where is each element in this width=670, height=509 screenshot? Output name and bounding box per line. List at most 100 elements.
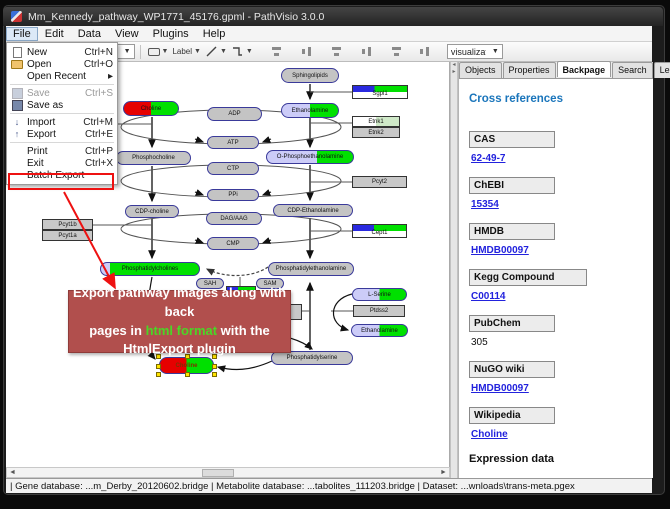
- file-menu-item-new[interactable]: NewCtrl+N: [7, 46, 117, 58]
- node-label: Etnk2: [368, 130, 383, 136]
- horizontal-scrollbar[interactable]: ◄ ►: [6, 467, 450, 478]
- node-label: Ethanolamine: [292, 108, 329, 114]
- annotation-callout: Export pathway images along with back pa…: [68, 290, 291, 353]
- ethanolamine-top-node[interactable]: Ethanolamine: [281, 103, 339, 118]
- sgpl1-node[interactable]: Sgpl1: [352, 85, 408, 99]
- menu-help[interactable]: Help: [196, 27, 233, 41]
- ctp-node[interactable]: CTP: [207, 162, 259, 175]
- visualization-combo[interactable]: visualization ▼: [447, 44, 503, 59]
- file-menu-item-save[interactable]: SaveCtrl+S: [7, 87, 117, 99]
- ppi-node[interactable]: PPi: [207, 189, 259, 201]
- distribute-horizontal-button[interactable]: [329, 44, 345, 60]
- scrollbar-thumb[interactable]: [202, 469, 234, 477]
- node-label: Pcyt1a: [58, 233, 76, 239]
- connector-tool-button[interactable]: ▼: [231, 44, 253, 60]
- annotation-highlight: html format: [146, 323, 218, 338]
- cept1-node[interactable]: Cept1: [352, 224, 407, 238]
- xref-source-chebi: ChEBI: [469, 177, 555, 194]
- tab-backpage[interactable]: Backpage: [557, 61, 612, 77]
- dag-aag-node[interactable]: DAG/AAG: [206, 212, 262, 225]
- phosphatidylethanolamine-node[interactable]: Phosphatidylethanolamine: [268, 262, 354, 276]
- scroll-left-icon[interactable]: ◄: [7, 469, 18, 476]
- node-label: ADP: [228, 111, 240, 117]
- xref-value-kegg-compound[interactable]: C00114: [471, 291, 653, 302]
- file-menu-item-label: Open: [27, 59, 51, 70]
- tab-search[interactable]: Search: [612, 62, 653, 78]
- menu-separator: [10, 84, 114, 85]
- l-serine-node[interactable]: L-Serine: [352, 288, 407, 301]
- file-menu-item-print[interactable]: PrintCtrl+P: [7, 145, 117, 157]
- status-text: | Gene database: ...m_Derby_20120602.bri…: [10, 481, 575, 492]
- cmp-node[interactable]: CMP: [207, 237, 259, 250]
- label-tool-text: Label: [172, 47, 192, 56]
- phosphocholine-node[interactable]: Phosphocholine: [116, 151, 191, 165]
- atp-node[interactable]: ATP: [207, 136, 259, 149]
- save-icon: [10, 100, 24, 111]
- node-label: ATP: [227, 140, 238, 146]
- tab-legend[interactable]: Legend: [654, 62, 670, 78]
- line-tool-button[interactable]: ▼: [205, 44, 227, 60]
- menu-edit[interactable]: Edit: [38, 27, 71, 41]
- selection-handle[interactable]: [212, 364, 217, 369]
- ptdss2-node[interactable]: Ptdss2: [353, 305, 405, 317]
- file-menu-shortcut: Ctrl+N: [84, 47, 113, 58]
- xref-value-hmdb[interactable]: HMDB00097: [471, 245, 653, 256]
- tab-properties[interactable]: Properties: [503, 62, 556, 78]
- title-bar[interactable]: Mm_Kennedy_pathway_WP1771_45176.gpml - P…: [3, 7, 663, 26]
- distribute-horizontal-icon: [330, 45, 343, 58]
- etnk1-node[interactable]: Etnk1: [352, 116, 400, 127]
- selection-handle[interactable]: [212, 372, 217, 377]
- file-menu-item-label: Import: [27, 117, 55, 128]
- file-menu-item-open-recent[interactable]: Open Recent▸: [7, 70, 117, 82]
- app-icon: [11, 11, 22, 22]
- ethanolamine-bottom-node[interactable]: Ethanolamine: [351, 324, 408, 337]
- xref-source-kegg-compound: Kegg Compound: [469, 269, 587, 286]
- pcyt1b-node[interactable]: Pcyt1b: [42, 219, 93, 230]
- side-panel: ObjectsPropertiesBackpageSearchLegend Cr…: [458, 62, 652, 478]
- file-menu-item-exit[interactable]: ExitCtrl+X: [7, 157, 117, 169]
- phosphatidylcholines-node[interactable]: Phosphatidylcholines: [100, 262, 200, 276]
- menu-data[interactable]: Data: [71, 27, 108, 41]
- file-menu-item-open[interactable]: Open Ctrl+O: [7, 58, 117, 70]
- pcyt1a-node[interactable]: Pcyt1a: [42, 230, 93, 241]
- pcyt2-node[interactable]: Pcyt2: [352, 176, 407, 188]
- sphingolipids-node[interactable]: Sphingolipids: [281, 68, 339, 83]
- xref-value-wikipedia[interactable]: Choline: [471, 429, 653, 440]
- xref-value-cas[interactable]: 62-49-7: [471, 153, 653, 164]
- file-menu-item-export[interactable]: ExportCtrl+E: [7, 128, 117, 140]
- common-height-button[interactable]: [417, 44, 433, 60]
- align-horizontal-button[interactable]: [269, 44, 285, 60]
- cdp-choline-node[interactable]: CDP-choline: [125, 205, 179, 218]
- xref-value-pubchem: 305: [471, 337, 653, 348]
- adp-node[interactable]: ADP: [207, 107, 262, 121]
- xref-value-nugo-wiki[interactable]: HMDB00097: [471, 383, 653, 394]
- chevron-down-icon: ▼: [162, 48, 169, 55]
- tab-objects[interactable]: Objects: [459, 62, 502, 78]
- menu-file[interactable]: File: [6, 27, 38, 41]
- choline-top-node[interactable]: Choline: [123, 101, 179, 116]
- common-width-button[interactable]: [389, 44, 405, 60]
- label-tool-button[interactable]: Label ▼: [172, 44, 201, 60]
- file-menu-item-save-as[interactable]: Save as: [7, 99, 117, 111]
- menu-view[interactable]: View: [108, 27, 146, 41]
- file-menu-item-import[interactable]: ImportCtrl+M: [7, 116, 117, 128]
- file-menu: NewCtrl+NOpen Ctrl+OOpen Recent▸ SaveCtrl+…: [6, 42, 118, 185]
- xref-source-wikipedia: Wikipedia: [469, 407, 555, 424]
- distribute-vertical-button[interactable]: [359, 44, 375, 60]
- selection-handle[interactable]: [185, 372, 190, 377]
- align-vertical-button[interactable]: [299, 44, 315, 60]
- scroll-right-icon[interactable]: ►: [438, 469, 449, 476]
- file-menu-shortcut: Ctrl+O: [84, 59, 113, 70]
- xref-value-chebi[interactable]: 15354: [471, 199, 653, 210]
- node-label: PPi: [228, 192, 237, 198]
- selection-handle[interactable]: [156, 364, 161, 369]
- etnk2-node[interactable]: Etnk2: [352, 127, 400, 138]
- panel-splitter[interactable]: ◂▸: [450, 62, 458, 478]
- node-label: Sphingolipids: [292, 73, 328, 79]
- o-phosphoethanolamine-node[interactable]: O-Phosphoethanolamine: [266, 150, 354, 164]
- file-menu-item-batch-export[interactable]: Batch Export: [7, 169, 117, 181]
- cdp-ethanolamine-node[interactable]: CDP-Ethanolamine: [273, 204, 353, 217]
- menu-plugins[interactable]: Plugins: [146, 27, 196, 41]
- selection-handle[interactable]: [156, 372, 161, 377]
- datanode-tool-button[interactable]: ▼: [148, 44, 169, 60]
